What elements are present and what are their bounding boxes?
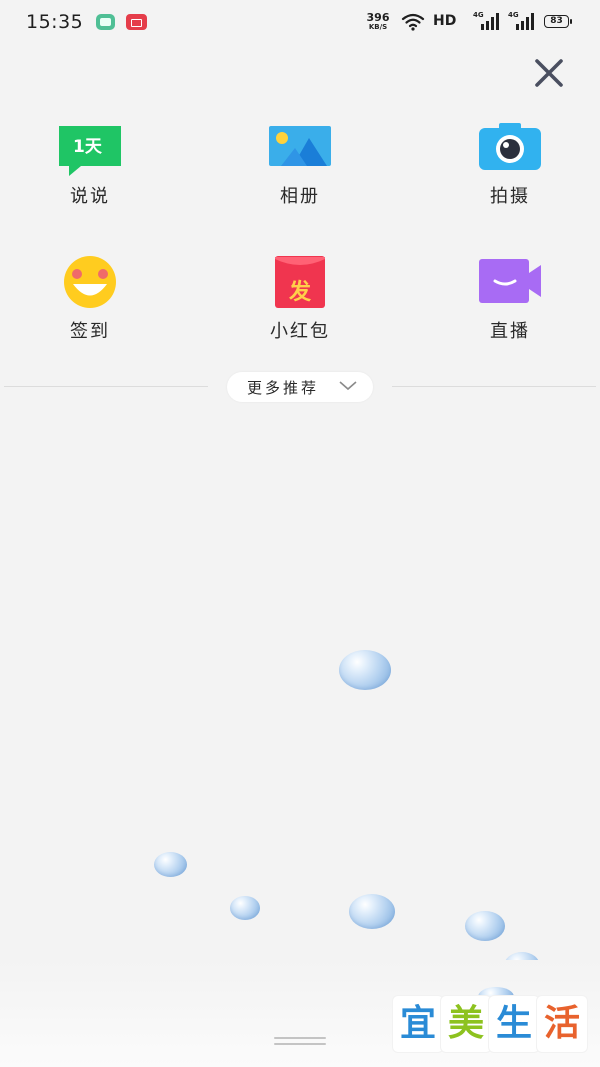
grid-item-label: 相册 bbox=[280, 186, 320, 207]
network-speed: 396 KB/S bbox=[364, 12, 392, 31]
chevron-down-icon bbox=[339, 381, 357, 391]
hd-voice-label: HD bbox=[433, 13, 457, 29]
close-button[interactable] bbox=[532, 58, 566, 88]
signal-strength-1-icon: 4G bbox=[473, 11, 499, 35]
talk-bubble-icon: 1天 bbox=[59, 126, 121, 176]
grid-item-label: 直播 bbox=[490, 321, 530, 342]
grid-item-talk[interactable]: 1天 说说 bbox=[20, 120, 160, 230]
drag-handle[interactable] bbox=[274, 1037, 326, 1046]
more-recommendations-button[interactable]: 更多推荐 bbox=[227, 372, 373, 402]
watermark-char: 美 bbox=[443, 998, 489, 1050]
grid-item-label: 签到 bbox=[70, 321, 110, 342]
grid-item-checkin[interactable]: 签到 bbox=[20, 255, 160, 365]
red-packet-badge-text: 发 bbox=[288, 279, 312, 305]
bubble-decoration bbox=[230, 896, 260, 920]
divider-right bbox=[392, 386, 596, 387]
red-packet-icon: 发 bbox=[275, 256, 325, 308]
close-icon bbox=[535, 59, 563, 87]
more-recommendations-label: 更多推荐 bbox=[247, 379, 320, 397]
talk-badge-text: 1天 bbox=[73, 137, 103, 157]
watermark-char: 宜 bbox=[395, 998, 441, 1050]
bubble-decoration bbox=[349, 894, 395, 929]
status-bar: 15:35 396 KB/S HD 4G 4G 83 bbox=[0, 0, 600, 44]
grid-item-album[interactable]: 相册 bbox=[230, 120, 370, 230]
smiley-face-icon bbox=[64, 256, 116, 308]
network-speed-unit: KB/S bbox=[368, 23, 388, 31]
grid-item-live[interactable]: 直播 bbox=[440, 255, 580, 365]
watermark-char: 活 bbox=[539, 998, 585, 1050]
video-notification-icon bbox=[126, 14, 147, 30]
message-notification-icon bbox=[96, 14, 115, 30]
network-speed-value: 396 bbox=[366, 11, 390, 24]
wifi-icon bbox=[401, 13, 425, 31]
grid-item-label: 说说 bbox=[70, 186, 110, 207]
grid-item-camera[interactable]: 拍摄 bbox=[440, 120, 580, 230]
signal-1-type: 4G bbox=[473, 11, 484, 19]
grid-item-red-packet[interactable]: 发 小红包 bbox=[230, 255, 370, 365]
battery-indicator: 83 bbox=[544, 15, 572, 28]
photo-album-icon bbox=[269, 126, 331, 166]
divider-left bbox=[4, 386, 208, 387]
bubble-decoration bbox=[154, 852, 187, 877]
bubble-decoration bbox=[465, 911, 505, 941]
grid-item-label: 小红包 bbox=[270, 321, 330, 342]
bubble-decoration bbox=[339, 650, 391, 690]
watermark-logo: 宜 美 生 活 bbox=[393, 998, 585, 1052]
watermark-char: 生 bbox=[491, 998, 537, 1050]
signal-strength-2-icon: 4G bbox=[508, 11, 534, 35]
grid-item-label: 拍摄 bbox=[490, 186, 530, 207]
signal-2-type: 4G bbox=[508, 11, 519, 19]
status-time: 15:35 bbox=[26, 11, 84, 33]
camera-icon bbox=[479, 123, 541, 170]
live-video-icon bbox=[479, 259, 541, 303]
